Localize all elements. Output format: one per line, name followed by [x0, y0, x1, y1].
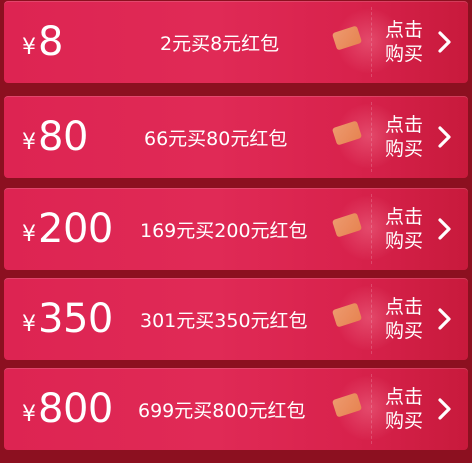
package-price: ¥ 8	[22, 1, 63, 83]
package-description: 699元买800元红包	[138, 399, 306, 422]
currency-symbol: ¥	[22, 311, 36, 337]
chevron-right-icon	[438, 126, 451, 148]
price-amount: 350	[38, 296, 113, 342]
red-envelope-package-list: ¥ 8 2元买8元红包 点击购买 ¥ 80 66元买80元红包 点击购买 ¥ 2…	[0, 0, 472, 463]
chevron-right-icon	[438, 218, 451, 240]
currency-symbol: ¥	[22, 221, 36, 247]
package-price: ¥ 200	[22, 188, 113, 270]
buy-button[interactable]: 点击购买	[372, 368, 468, 450]
package-price: ¥ 350	[22, 278, 113, 360]
package-description: 169元买200元红包	[140, 219, 308, 242]
price-amount: 800	[38, 386, 113, 432]
package-description: 66元买80元红包	[144, 127, 288, 150]
package-price: ¥ 80	[22, 96, 88, 178]
buy-button-label: 点击购买	[384, 19, 423, 65]
buy-button[interactable]: 点击购买	[372, 188, 468, 270]
chevron-right-icon	[438, 31, 451, 53]
chevron-right-icon	[438, 308, 451, 330]
buy-button[interactable]: 点击购买	[372, 96, 468, 178]
buy-button-label: 点击购买	[384, 114, 423, 160]
currency-symbol: ¥	[22, 401, 36, 427]
price-amount: 80	[38, 114, 88, 160]
package-card-200: ¥ 200 169元买200元红包 点击购买	[4, 188, 468, 270]
price-amount: 8	[38, 19, 63, 65]
buy-button[interactable]: 点击购买	[372, 1, 468, 83]
package-card-80: ¥ 80 66元买80元红包 点击购买	[4, 96, 468, 178]
package-card-8: ¥ 8 2元买8元红包 点击购买	[4, 1, 468, 83]
buy-button-label: 点击购买	[384, 386, 423, 432]
package-card-350: ¥ 350 301元买350元红包 点击购买	[4, 278, 468, 360]
buy-button-label: 点击购买	[384, 296, 423, 342]
package-card-800: ¥ 800 699元买800元红包 点击购买	[4, 368, 468, 450]
package-description: 301元买350元红包	[140, 309, 308, 332]
chevron-right-icon	[438, 398, 451, 420]
package-price: ¥ 800	[22, 368, 113, 450]
buy-button-label: 点击购买	[384, 206, 423, 252]
buy-button[interactable]: 点击购买	[372, 278, 468, 360]
package-description: 2元买8元红包	[160, 32, 280, 55]
currency-symbol: ¥	[22, 129, 36, 155]
price-amount: 200	[38, 206, 113, 252]
currency-symbol: ¥	[22, 34, 36, 60]
